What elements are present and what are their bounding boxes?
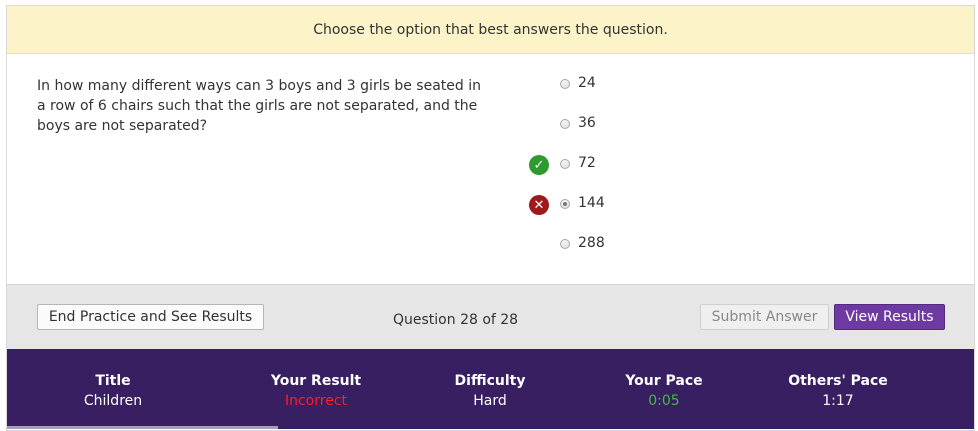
stat-difficulty: Difficulty Hard xyxy=(410,371,570,411)
instruction-banner: Choose the option that best answers the … xyxy=(7,6,974,54)
stat-value: Incorrect xyxy=(284,393,348,409)
instruction-text: Choose the option that best answers the … xyxy=(313,21,668,38)
option-label: 144 xyxy=(578,195,605,211)
stat-label: Your Pace xyxy=(625,373,703,389)
submit-answer-button[interactable]: Submit Answer xyxy=(700,304,829,330)
option-label: 36 xyxy=(578,115,596,131)
check-icon: ✓ xyxy=(529,155,549,175)
stat-your-pace: Your Pace 0:05 xyxy=(584,371,744,411)
question-text: In how many different ways can 3 boys an… xyxy=(37,78,481,134)
radio-button[interactable] xyxy=(560,239,570,249)
option-label: 72 xyxy=(578,155,596,171)
action-toolbar: End Practice and See Results Question 28… xyxy=(7,284,974,351)
stat-your-result: Your Result Incorrect xyxy=(236,371,396,411)
radio-button-selected[interactable] xyxy=(560,199,570,209)
stat-others-pace: Others' Pace 1:17 xyxy=(758,371,918,411)
option-label: 288 xyxy=(578,235,605,251)
option-label: 24 xyxy=(578,75,596,91)
stat-title: Title Children xyxy=(33,371,193,411)
end-practice-button[interactable]: End Practice and See Results xyxy=(37,304,264,330)
question-counter: Question 28 of 28 xyxy=(393,312,519,328)
stats-underbar xyxy=(7,426,278,429)
stat-label: Your Result xyxy=(270,373,362,389)
view-results-button[interactable]: View Results xyxy=(834,304,945,330)
x-icon: ✕ xyxy=(529,195,549,215)
stat-value: 0:05 xyxy=(648,393,680,409)
stat-label: Title xyxy=(95,373,131,389)
radio-button[interactable] xyxy=(560,159,570,169)
stat-label: Others' Pace xyxy=(788,373,888,389)
practice-frame: Choose the option that best answers the … xyxy=(6,5,975,431)
stat-label: Difficulty xyxy=(454,373,526,389)
stat-value: Children xyxy=(83,393,143,409)
stats-bar: Title Children Your Result Incorrect Dif… xyxy=(7,349,974,429)
radio-button[interactable] xyxy=(560,79,570,89)
radio-button[interactable] xyxy=(560,119,570,129)
stat-value: Hard xyxy=(473,393,507,409)
stat-value: 1:17 xyxy=(822,393,854,409)
